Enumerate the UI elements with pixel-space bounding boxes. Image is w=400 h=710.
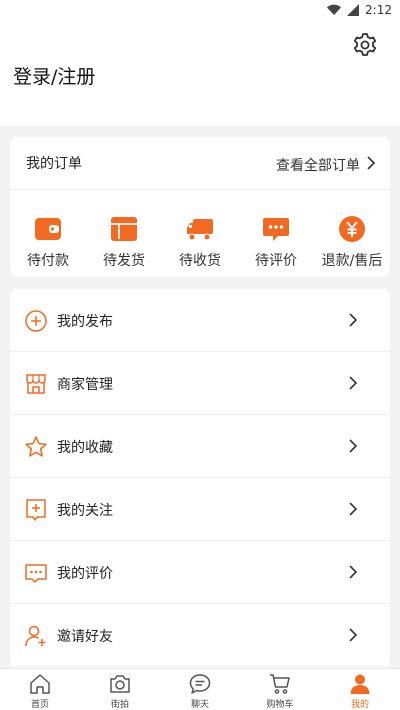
menu-item-favorites[interactable]: 我的收藏 bbox=[10, 415, 390, 478]
order-item-label: 待评价 bbox=[255, 253, 297, 269]
truck-icon bbox=[187, 219, 213, 241]
menu-item-merchant-management[interactable]: 商家管理 bbox=[10, 352, 390, 415]
store-icon bbox=[26, 374, 46, 394]
bookmark-plus-icon bbox=[26, 499, 46, 521]
home-icon bbox=[30, 674, 50, 694]
chevron-right-icon bbox=[349, 628, 358, 642]
user-plus-icon bbox=[25, 625, 46, 647]
menu-item-label: 邀请好友 bbox=[57, 629, 113, 645]
signal-icon bbox=[347, 4, 360, 16]
tab-chat[interactable]: 聊天 bbox=[160, 669, 240, 710]
chevron-right-icon bbox=[349, 313, 358, 327]
tab-mine[interactable]: 我的 bbox=[320, 669, 400, 710]
chevron-right-icon bbox=[367, 156, 376, 170]
order-pending-review[interactable]: 待评价 bbox=[238, 215, 314, 270]
comment-outline-icon bbox=[25, 564, 47, 583]
orders-header: 我的订单 查看全部订单 bbox=[10, 137, 390, 190]
cart-icon bbox=[270, 674, 290, 694]
chevron-right-icon bbox=[349, 502, 358, 516]
settings-gear-icon[interactable] bbox=[352, 32, 378, 58]
person-icon bbox=[350, 674, 370, 694]
tab-label: 购物车 bbox=[266, 700, 294, 710]
wallet-icon bbox=[35, 218, 61, 240]
wifi-icon bbox=[327, 4, 342, 16]
tab-label: 首页 bbox=[30, 700, 49, 710]
order-item-label: 待付款 bbox=[27, 253, 69, 269]
order-pending-receipt[interactable]: 待收货 bbox=[162, 215, 238, 270]
tab-cart[interactable]: 购物车 bbox=[240, 669, 320, 710]
menu-item-label: 我的关注 bbox=[57, 503, 113, 519]
box-icon bbox=[111, 217, 137, 241]
camera-icon bbox=[110, 675, 130, 693]
order-item-label: 待收货 bbox=[179, 253, 221, 269]
yuan-icon bbox=[339, 216, 365, 242]
tab-label: 街拍 bbox=[110, 700, 129, 710]
star-icon bbox=[25, 436, 47, 457]
order-status-row: 待付款 待发货 待收货 待评价 退款/售后 bbox=[10, 215, 390, 270]
menu-item-label: 我的评价 bbox=[57, 566, 113, 582]
menu-item-label: 我的发布 bbox=[57, 314, 113, 330]
chevron-right-icon bbox=[349, 439, 358, 453]
order-refund-aftersale[interactable]: 退款/售后 bbox=[314, 215, 390, 270]
menu-item-following[interactable]: 我的关注 bbox=[10, 478, 390, 541]
tab-label: 我的 bbox=[350, 700, 369, 710]
tab-street-photo[interactable]: 街拍 bbox=[80, 669, 160, 710]
status-time: 2:12 bbox=[365, 3, 392, 17]
menu-item-label: 我的收藏 bbox=[57, 440, 113, 456]
menu-list-card: 我的发布 商家管理 我的收藏 我的关注 我的评价 邀请好友 bbox=[10, 289, 390, 669]
chevron-right-icon bbox=[349, 376, 358, 390]
order-pending-payment[interactable]: 待付款 bbox=[10, 215, 86, 270]
plus-circle-icon bbox=[25, 310, 47, 332]
status-bar: 2:12 bbox=[0, 0, 400, 24]
login-register-link[interactable]: 登录/注册 bbox=[13, 62, 95, 89]
order-item-label: 待发货 bbox=[103, 253, 145, 269]
order-pending-shipment[interactable]: 待发货 bbox=[86, 215, 162, 270]
menu-item-my-posts[interactable]: 我的发布 bbox=[10, 289, 390, 352]
tab-home[interactable]: 首页 bbox=[0, 669, 80, 710]
tab-label: 聊天 bbox=[190, 700, 209, 710]
order-item-label: 退款/售后 bbox=[321, 253, 383, 269]
comment-icon bbox=[263, 218, 289, 241]
menu-item-my-reviews[interactable]: 我的评价 bbox=[10, 541, 390, 604]
orders-title: 我的订单 bbox=[26, 156, 82, 172]
menu-item-invite-friends[interactable]: 邀请好友 bbox=[10, 604, 390, 667]
view-all-orders-link[interactable]: 查看全部订单 bbox=[276, 155, 360, 175]
my-orders-card: 我的订单 查看全部订单 待付款 待发货 待收货 待评价 退款/售后 bbox=[10, 137, 390, 277]
chat-icon bbox=[189, 674, 211, 694]
bottom-tab-bar: 首页 街拍 聊天 购物车 我的 bbox=[0, 668, 400, 710]
chevron-right-icon bbox=[349, 565, 358, 579]
menu-item-label: 商家管理 bbox=[57, 377, 113, 393]
profile-header: 登录/注册 bbox=[0, 24, 400, 126]
